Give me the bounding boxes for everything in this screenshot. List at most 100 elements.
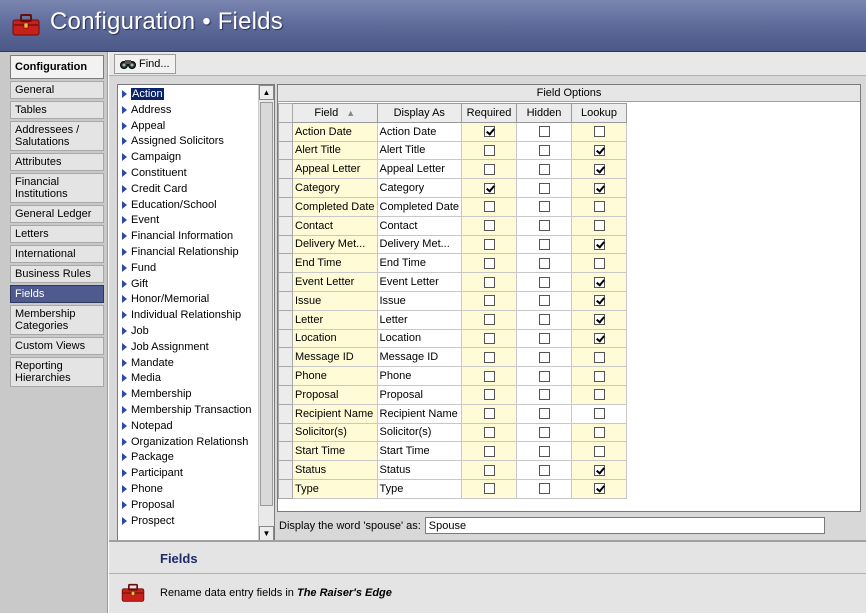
list-item[interactable]: Financial Relationship	[122, 245, 258, 261]
table-row[interactable]: Recipient Name Recipient Name	[278, 403, 853, 424]
display-as-cell[interactable]: Alert Title	[376, 140, 462, 161]
nav-item-custom-views[interactable]: Custom Views	[10, 337, 104, 355]
list-item[interactable]: Job	[122, 324, 258, 340]
table-row[interactable]: End Time End Time	[278, 253, 853, 274]
display-as-cell[interactable]: Letter	[376, 309, 462, 330]
display-as-cell[interactable]: End Time	[376, 253, 462, 274]
list-item[interactable]: Notepad	[122, 419, 258, 435]
list-item[interactable]: Phone	[122, 482, 258, 498]
lookup-checkbox[interactable]	[593, 145, 605, 157]
display-as-cell[interactable]: Event Letter	[376, 272, 462, 292]
spouse-input[interactable]	[424, 517, 825, 534]
find-button[interactable]: Find...	[114, 54, 176, 74]
hidden-checkbox[interactable]	[538, 408, 550, 420]
list-item[interactable]: Fund	[122, 261, 258, 277]
display-as-cell[interactable]: Type	[376, 478, 462, 499]
column-header-required[interactable]: Required	[461, 103, 517, 123]
hidden-checkbox[interactable]	[538, 464, 550, 476]
lookup-checkbox[interactable]	[593, 408, 605, 420]
list-item[interactable]: Participant	[122, 466, 258, 482]
table-row[interactable]: Appeal Letter Appeal Letter	[278, 159, 853, 180]
list-item[interactable]: Package	[122, 450, 258, 466]
table-row[interactable]: Solicitor(s) Solicitor(s)	[278, 422, 853, 443]
table-row[interactable]: Letter Letter	[278, 309, 853, 330]
lookup-checkbox[interactable]	[593, 201, 605, 213]
nav-item-letters[interactable]: Letters	[10, 225, 104, 243]
row-selector[interactable]	[278, 347, 293, 368]
hidden-checkbox[interactable]	[538, 126, 550, 138]
nav-item-international[interactable]: International	[10, 245, 104, 263]
display-as-cell[interactable]: Solicitor(s)	[376, 422, 462, 443]
list-item[interactable]: Individual Relationship	[122, 308, 258, 324]
lookup-checkbox[interactable]	[593, 126, 605, 138]
list-item[interactable]: Honor/Memorial	[122, 292, 258, 308]
nav-item-membership-categories[interactable]: Membership Categories	[10, 305, 104, 335]
lookup-checkbox[interactable]	[593, 257, 605, 269]
lookup-checkbox[interactable]	[593, 295, 605, 307]
list-item[interactable]: Appeal	[122, 119, 258, 135]
row-selector[interactable]	[278, 253, 293, 274]
display-as-cell[interactable]: Completed Date	[376, 196, 462, 217]
lookup-checkbox[interactable]	[593, 464, 605, 476]
required-checkbox[interactable]	[483, 201, 495, 213]
lookup-checkbox[interactable]	[593, 370, 605, 382]
required-checkbox[interactable]	[483, 145, 495, 157]
row-selector[interactable]	[278, 272, 293, 292]
nav-item-general-ledger[interactable]: General Ledger	[10, 205, 104, 223]
lookup-checkbox[interactable]	[593, 314, 605, 326]
required-checkbox[interactable]	[483, 351, 495, 363]
row-selector[interactable]	[278, 441, 293, 462]
list-item[interactable]: Job Assignment	[122, 340, 258, 356]
list-item[interactable]: Action	[122, 87, 258, 103]
nav-item-tables[interactable]: Tables	[10, 101, 104, 119]
table-row[interactable]: Issue Issue	[278, 290, 853, 311]
scroll-down-button[interactable]: ▼	[259, 526, 274, 541]
lookup-checkbox[interactable]	[593, 163, 605, 175]
hidden-checkbox[interactable]	[538, 445, 550, 457]
hidden-checkbox[interactable]	[538, 483, 550, 495]
required-checkbox[interactable]	[483, 464, 495, 476]
required-checkbox[interactable]	[483, 239, 495, 251]
row-selector[interactable]	[278, 309, 293, 330]
required-checkbox[interactable]	[483, 370, 495, 382]
required-checkbox[interactable]	[483, 220, 495, 232]
table-row[interactable]: Contact Contact	[278, 215, 853, 236]
hidden-checkbox[interactable]	[538, 370, 550, 382]
row-selector[interactable]	[278, 121, 293, 142]
list-item[interactable]: Education/School	[122, 198, 258, 214]
list-item[interactable]: Address	[122, 103, 258, 119]
required-checkbox[interactable]	[483, 257, 495, 269]
display-as-cell[interactable]: Start Time	[376, 441, 462, 462]
column-header-field[interactable]: Field ▲	[292, 103, 378, 123]
list-item[interactable]: Event	[122, 213, 258, 229]
hidden-checkbox[interactable]	[538, 201, 550, 213]
hidden-checkbox[interactable]	[538, 239, 550, 251]
table-row[interactable]: Proposal Proposal	[278, 384, 853, 405]
table-row[interactable]: Status Status	[278, 460, 853, 480]
required-checkbox[interactable]	[483, 295, 495, 307]
hidden-checkbox[interactable]	[538, 276, 550, 288]
list-item[interactable]: Mandate	[122, 356, 258, 372]
nav-item-addressees-salutations[interactable]: Addressees / Salutations	[10, 121, 104, 151]
column-header-lookup[interactable]: Lookup	[571, 103, 627, 123]
table-row[interactable]: Completed Date Completed Date	[278, 196, 853, 217]
scroll-thumb[interactable]	[260, 102, 273, 506]
list-item[interactable]: Credit Card	[122, 182, 258, 198]
table-row[interactable]: Message ID Message ID	[278, 347, 853, 368]
required-checkbox[interactable]	[483, 163, 495, 175]
display-as-cell[interactable]: Contact	[376, 215, 462, 236]
lookup-checkbox[interactable]	[593, 389, 605, 401]
required-checkbox[interactable]	[483, 427, 495, 439]
hidden-checkbox[interactable]	[538, 314, 550, 326]
list-scrollbar[interactable]: ▲ ▼	[258, 85, 274, 541]
display-as-cell[interactable]: Phone	[376, 366, 462, 386]
lookup-checkbox[interactable]	[593, 220, 605, 232]
required-checkbox[interactable]	[483, 276, 495, 288]
hidden-checkbox[interactable]	[538, 182, 550, 194]
table-row[interactable]: Category Category	[278, 178, 853, 198]
lookup-checkbox[interactable]	[593, 483, 605, 495]
row-selector[interactable]	[278, 178, 293, 198]
lookup-checkbox[interactable]	[593, 333, 605, 345]
table-row[interactable]: Start Time Start Time	[278, 441, 853, 462]
hidden-checkbox[interactable]	[538, 145, 550, 157]
